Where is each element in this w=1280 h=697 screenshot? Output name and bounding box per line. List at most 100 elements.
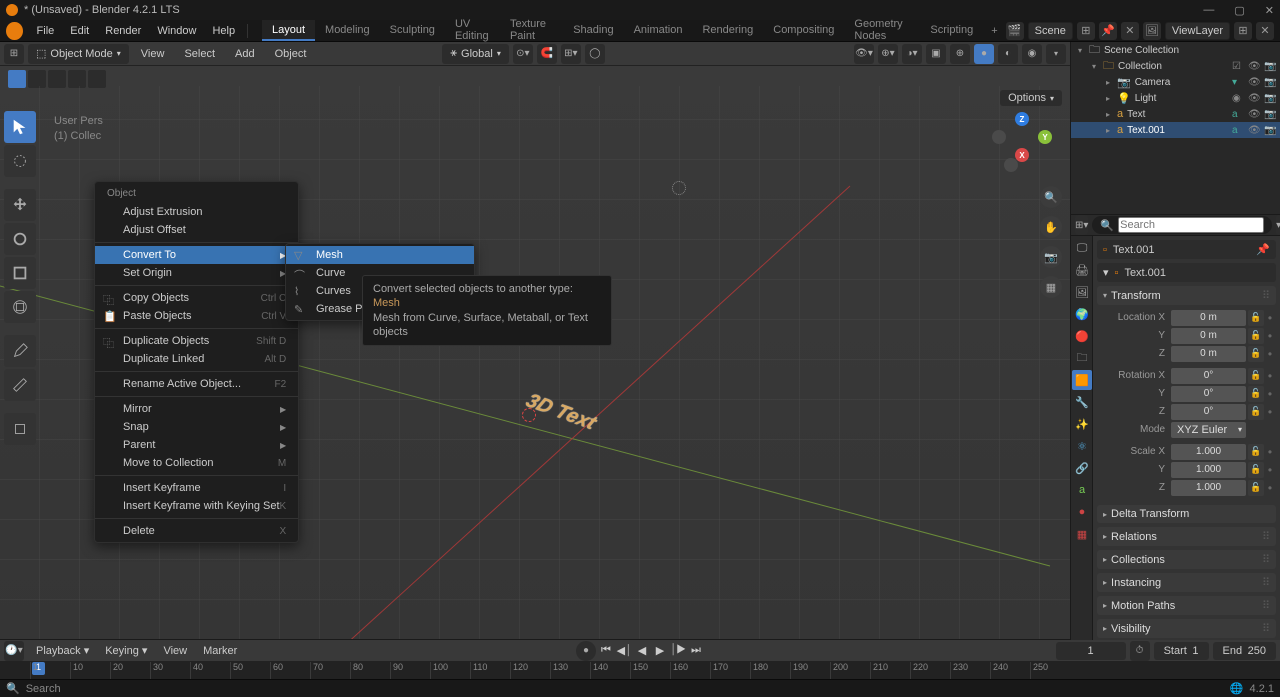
menu-set-origin[interactable]: Set Origin▶ (95, 264, 298, 282)
timeline-marker[interactable]: Marker (199, 645, 241, 657)
viewport-menu-object[interactable]: Object (267, 42, 315, 65)
section-relations[interactable]: ▸Relations⠿ (1097, 527, 1276, 546)
menu-window[interactable]: Window (149, 20, 204, 41)
tab-animation[interactable]: Animation (624, 20, 693, 41)
preview-range-button[interactable]: ⏱ (1130, 641, 1150, 661)
section-delta-transform[interactable]: ▸Delta Transform (1097, 505, 1276, 523)
tab-modeling[interactable]: Modeling (315, 20, 380, 41)
shading-render-button[interactable]: ◉ (1022, 44, 1042, 64)
tool-measure[interactable] (4, 369, 36, 401)
location-y-field[interactable]: 0 m (1171, 328, 1246, 344)
timeline-keying[interactable]: Keying ▾ (101, 644, 151, 657)
eye-icon[interactable]: 👁 (1248, 93, 1260, 104)
props-options-button[interactable]: ▾ (1276, 215, 1280, 235)
play-reverse-button[interactable]: ◀ (634, 643, 650, 659)
timeline-ruler[interactable]: 1 11020304050607080901001101201301401501… (0, 662, 1280, 679)
tab-compositing[interactable]: Compositing (763, 20, 844, 41)
perspective-toggle-button[interactable]: ▦ (1040, 276, 1062, 298)
rotation-x-field[interactable]: 0° (1171, 368, 1246, 384)
viewlayer-selector[interactable]: ViewLayer (1165, 22, 1230, 40)
menu-edit[interactable]: Edit (62, 20, 97, 41)
menu-move-to-collection[interactable]: Move to CollectionM (95, 454, 298, 472)
menu-adjust-extrusion[interactable]: Adjust Extrusion (95, 203, 298, 221)
viewport-menu-view[interactable]: View (133, 42, 173, 65)
scale-z-field[interactable]: 1.000 (1171, 480, 1246, 496)
tab-rendering[interactable]: Rendering (692, 20, 763, 41)
xray-button[interactable]: ▣ (926, 44, 946, 64)
axis-z-icon[interactable]: Z (1015, 112, 1029, 126)
zoom-button[interactable]: 🔍 (1040, 186, 1062, 208)
submenu-mesh[interactable]: ▽Mesh (286, 246, 474, 264)
props-tab-data[interactable]: a (1072, 480, 1092, 500)
outliner-camera[interactable]: ▸📷 Camera ▾👁📷 (1071, 74, 1280, 90)
pan-button[interactable]: ✋ (1040, 216, 1062, 238)
tool-move[interactable] (4, 189, 36, 221)
scale-x-field[interactable]: 1.000 (1171, 444, 1246, 460)
props-tab-texture[interactable]: ▦ (1072, 524, 1092, 544)
tool-annotate[interactable] (4, 335, 36, 367)
section-motion-paths[interactable]: ▸Motion Paths⠿ (1097, 596, 1276, 615)
props-tab-collection[interactable]: 🗀 (1072, 348, 1092, 368)
snap-type-button[interactable]: ⊞▾ (561, 44, 581, 64)
exclude-checkbox[interactable]: ☑ (1232, 61, 1244, 72)
tool-rotate[interactable] (4, 223, 36, 255)
render-icon[interactable]: 📷 (1264, 125, 1276, 136)
jump-start-button[interactable]: ⏮ (598, 643, 614, 659)
start-frame-field[interactable]: Start 1 (1154, 642, 1209, 660)
props-tab-particles[interactable]: ✨ (1072, 414, 1092, 434)
maximize-button[interactable]: ▢ (1234, 4, 1244, 17)
menu-file[interactable]: File (29, 20, 63, 41)
render-icon[interactable]: 📷 (1264, 93, 1276, 104)
tab-geometry-nodes[interactable]: Geometry Nodes (844, 20, 920, 41)
scene-delete-button[interactable]: ✕ (1121, 22, 1139, 40)
tool-cursor[interactable] (4, 145, 36, 177)
status-search[interactable]: Search (26, 683, 61, 695)
shading-dropdown[interactable]: ▾ (1046, 44, 1066, 64)
proportional-edit-button[interactable]: ◯ (585, 44, 605, 64)
axis-gizmo[interactable]: Z Y X (992, 112, 1052, 172)
breadcrumb[interactable]: ▫ Text.001 📌 (1097, 240, 1276, 259)
editor-type-button[interactable]: ⊞ (4, 44, 24, 64)
transform-orientation[interactable]: ⚹Global▾ (442, 44, 508, 64)
props-tab-viewlayer[interactable]: 🖼 (1072, 282, 1092, 302)
outliner-light[interactable]: ▸💡 Light ◉👁📷 (1071, 90, 1280, 106)
pin-icon[interactable]: 📌 (1256, 243, 1270, 256)
timeline-editor-type[interactable]: 🕐▾ (4, 641, 24, 661)
3d-viewport[interactable]: 3D Text User Pers (1) Collec (0, 86, 1070, 639)
props-tab-object[interactable]: 🟧 (1072, 370, 1092, 390)
shading-solid-button[interactable]: ● (974, 44, 994, 64)
section-instancing[interactable]: ▸Instancing⠿ (1097, 573, 1276, 592)
overlay-button[interactable]: ◑▾ (902, 44, 922, 64)
properties-search-input[interactable] (1118, 217, 1264, 233)
menu-adjust-offset[interactable]: Adjust Offset (95, 221, 298, 239)
props-tab-world[interactable]: 🔴 (1072, 326, 1092, 346)
next-keyframe-button[interactable]: ⏐▶ (670, 643, 686, 659)
menu-duplicate-linked[interactable]: Duplicate LinkedAlt D (95, 350, 298, 368)
eye-icon[interactable]: 👁 (1248, 109, 1260, 120)
menu-insert-keyframe[interactable]: Insert KeyframeI (95, 479, 298, 497)
add-workspace-button[interactable]: + (983, 20, 1005, 41)
render-icon[interactable]: 📷 (1264, 109, 1276, 120)
menu-copy-objects[interactable]: ⿻Copy ObjectsCtrl C (95, 289, 298, 307)
render-icon[interactable]: 📷 (1264, 77, 1276, 88)
end-frame-field[interactable]: End 250 (1213, 642, 1277, 660)
menu-mirror[interactable]: Mirror▶ (95, 400, 298, 418)
menu-render[interactable]: Render (97, 20, 149, 41)
viewport-menu-add[interactable]: Add (227, 42, 263, 65)
tab-scripting[interactable]: Scripting (920, 20, 983, 41)
tab-layout[interactable]: Layout (262, 20, 315, 41)
location-x-field[interactable]: 0 m (1171, 310, 1246, 326)
scene-browse-button[interactable]: 🎬 (1006, 22, 1024, 40)
shading-matpreview-button[interactable]: ◐ (998, 44, 1018, 64)
menu-convert-to[interactable]: Convert To▶ (95, 246, 298, 264)
menu-duplicate-objects[interactable]: ⿻Duplicate ObjectsShift D (95, 332, 298, 350)
tab-uv-editing[interactable]: UV Editing (445, 20, 500, 41)
eye-icon[interactable]: 👁 (1248, 61, 1260, 72)
menu-parent[interactable]: Parent▶ (95, 436, 298, 454)
props-tab-modifiers[interactable]: 🔧 (1072, 392, 1092, 412)
tab-texture-paint[interactable]: Texture Paint (500, 20, 563, 41)
props-tab-output[interactable]: 🖨 (1072, 260, 1092, 280)
menu-paste-objects[interactable]: 📋Paste ObjectsCtrl V (95, 307, 298, 325)
axis-neg1-icon[interactable] (992, 130, 1006, 144)
mode-selector[interactable]: ⬚Object Mode▾ (28, 44, 129, 64)
